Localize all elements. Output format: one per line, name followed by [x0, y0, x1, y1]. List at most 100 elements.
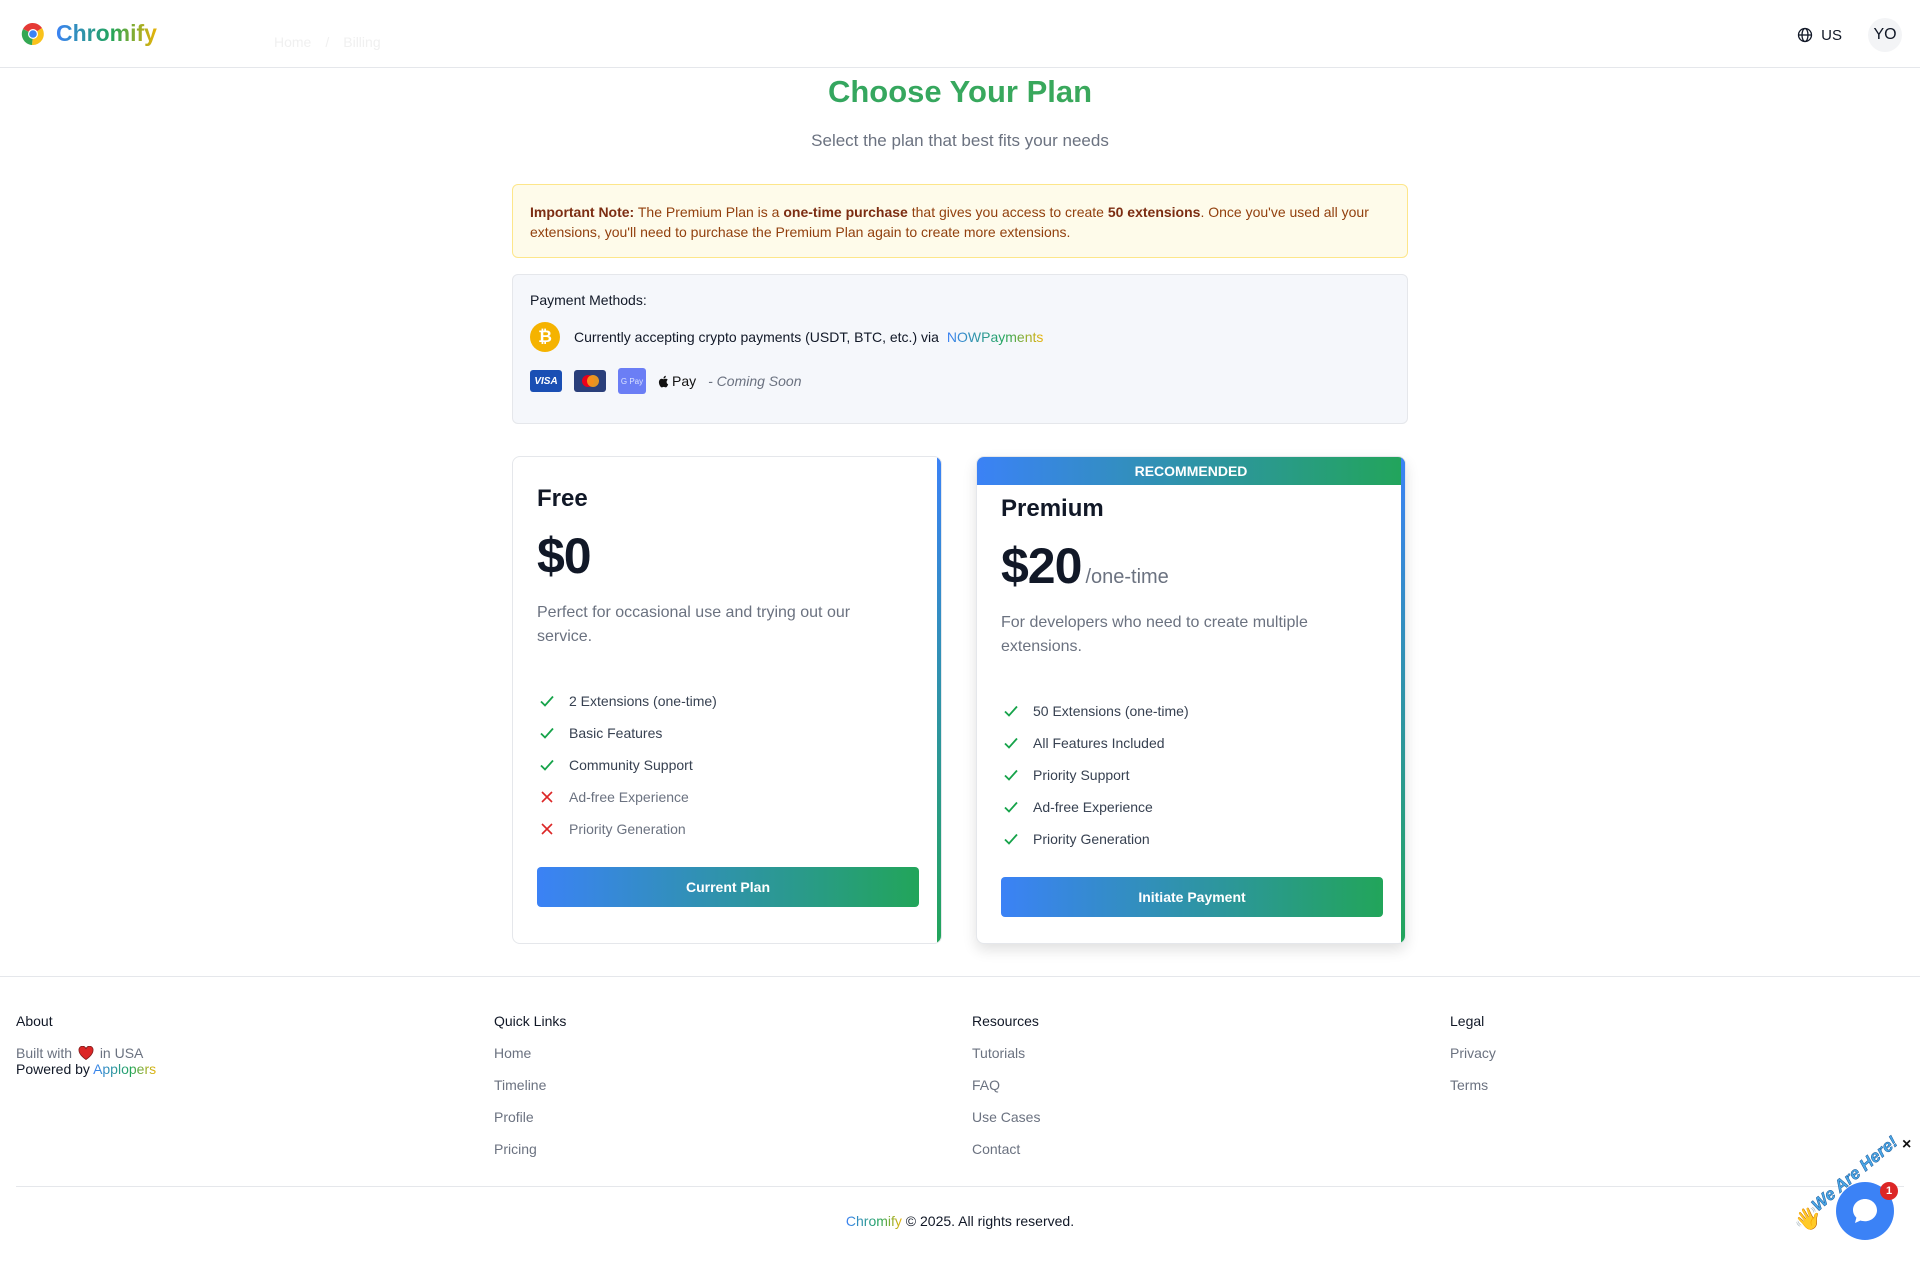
plan-period: /one-time: [1085, 566, 1169, 588]
footer-link-faq[interactable]: FAQ: [972, 1077, 1040, 1095]
nowpayments-link[interactable]: NOWPayments: [947, 329, 1043, 345]
feature-label: Ad-free Experience: [1033, 799, 1153, 815]
free-plan-card: Free $0 Perfect for occasional use and t…: [512, 456, 942, 944]
note-text-1: The Premium Plan is a: [634, 204, 784, 220]
heart-icon: [78, 1045, 94, 1060]
feature-item: Priority Generation: [537, 813, 917, 845]
feature-item: Ad-free Experience: [537, 781, 917, 813]
check-icon: [1001, 767, 1021, 783]
globe-icon: [1798, 27, 1813, 43]
top-header: Chromify Home / Billing US YO: [0, 0, 1920, 68]
breadcrumb-home[interactable]: Home: [274, 34, 311, 50]
footer: About Built with in USA Powered by Applo…: [0, 976, 1920, 1264]
waving-hand-icon: 👋: [1794, 1206, 1822, 1231]
note-bold-1: one-time purchase: [783, 204, 908, 220]
breadcrumb-billing[interactable]: Billing: [343, 34, 380, 50]
note-bold-2: 50 extensions: [1107, 204, 1201, 220]
feature-label: Priority Support: [1033, 767, 1130, 783]
footer-resources: Resources Tutorials FAQ Use Cases Contac…: [972, 1013, 1040, 1159]
breadcrumb-separator: /: [325, 34, 330, 50]
check-icon: [537, 757, 557, 773]
feature-label: Community Support: [569, 757, 693, 773]
visa-icon: VISA: [530, 370, 562, 392]
logo[interactable]: Chromify: [20, 20, 157, 47]
feature-item: All Features Included: [1001, 727, 1381, 759]
feature-item: 2 Extensions (one-time): [537, 685, 917, 717]
footer-heading: Legal: [1450, 1013, 1485, 1029]
feature-label: Ad-free Experience: [569, 789, 689, 805]
applopers-link[interactable]: Applopers: [93, 1061, 156, 1077]
footer-quick-links: Quick Links Home Timeline Profile Pricin…: [494, 1013, 566, 1159]
feature-item: Community Support: [537, 749, 917, 781]
check-icon: [1001, 735, 1021, 751]
footer-link-timeline[interactable]: Timeline: [494, 1077, 566, 1095]
card-accent-edge: [1401, 457, 1405, 943]
plan-name: Free: [537, 485, 588, 512]
feature-item: 50 Extensions (one-time): [1001, 695, 1381, 727]
plan-name: Premium: [1001, 495, 1104, 522]
language-selector[interactable]: US: [1797, 27, 1842, 44]
plan-description: Perfect for occasional use and trying ou…: [537, 604, 851, 645]
footer-link-pricing[interactable]: Pricing: [494, 1141, 566, 1159]
feature-item: Basic Features: [537, 717, 917, 749]
check-icon: [1001, 799, 1021, 815]
footer-heading: About: [16, 1013, 53, 1029]
footer-heading: Quick Links: [494, 1013, 567, 1029]
recommended-badge: RECOMMENDED: [977, 457, 1405, 485]
mastercard-icon: [574, 370, 606, 392]
footer-link-tutorials[interactable]: Tutorials: [972, 1045, 1040, 1063]
footer-link-contact[interactable]: Contact: [972, 1141, 1040, 1159]
feature-item: Priority Support: [1001, 759, 1381, 791]
in-usa-text: in USA: [99, 1045, 144, 1061]
plan-price: $0: [537, 528, 592, 584]
coming-soon-text: - Coming Soon: [708, 373, 802, 389]
footer-link-privacy[interactable]: Privacy: [1450, 1045, 1496, 1063]
built-with-line: Built with in USA: [16, 1045, 156, 1061]
crypto-text: Currently accepting crypto payments (USD…: [574, 329, 939, 345]
note-label: Important Note:: [530, 204, 635, 220]
footer-link-terms[interactable]: Terms: [1450, 1077, 1496, 1095]
feature-label: Priority Generation: [1033, 831, 1150, 847]
check-icon: [1001, 703, 1021, 719]
chat-close-button[interactable]: ×: [1902, 1136, 1911, 1154]
apple-pay-label: Pay: [672, 373, 697, 389]
footer-link-profile[interactable]: Profile: [494, 1109, 566, 1127]
check-icon: [537, 693, 557, 709]
bitcoin-icon: ₿: [530, 322, 560, 352]
copyright: Chromify © 2025. All rights reserved.: [0, 1213, 1920, 1229]
x-icon: [537, 790, 557, 804]
avatar[interactable]: YO: [1868, 18, 1902, 52]
current-plan-button[interactable]: Current Plan: [537, 867, 919, 907]
premium-plan-card: RECOMMENDED Premium $20 /one-time For de…: [976, 456, 1406, 944]
plan-description: For developers who need to create multip…: [1001, 614, 1308, 655]
feature-item: Ad-free Experience: [1001, 791, 1381, 823]
feature-list: 50 Extensions (one-time) All Features In…: [1001, 695, 1381, 855]
feature-item: Priority Generation: [1001, 823, 1381, 855]
google-pay-icon: G Pay: [618, 368, 646, 394]
page-subtitle: Select the plan that best fits your need…: [811, 131, 1109, 150]
logo-text: Chromify: [56, 20, 157, 46]
powered-by-text: Powered by: [16, 1061, 90, 1077]
feature-label: 2 Extensions (one-time): [569, 693, 717, 709]
footer-about: About Built with in USA Powered by Applo…: [16, 1013, 156, 1077]
payment-methods-title: Payment Methods:: [530, 292, 647, 308]
note-text-2: that gives you access to create: [907, 204, 1108, 220]
initiate-payment-button[interactable]: Initiate Payment: [1001, 877, 1383, 917]
footer-legal: Legal Privacy Terms: [1450, 1013, 1496, 1095]
important-note: Important Note: The Premium Plan is a on…: [512, 184, 1408, 258]
check-icon: [1001, 831, 1021, 847]
powered-by-line: Powered by Applopers: [16, 1061, 156, 1077]
feature-label: Priority Generation: [569, 821, 686, 837]
chat-bubble-icon: [1853, 1199, 1877, 1223]
feature-label: Basic Features: [569, 725, 663, 741]
chat-widget: We Are Here! 👋 × 1: [1784, 1130, 1920, 1264]
chat-unread-badge: 1: [1880, 1182, 1898, 1200]
payment-methods-panel: Payment Methods: ₿ Currently accepting c…: [512, 274, 1408, 424]
check-icon: [537, 725, 557, 741]
feature-list: 2 Extensions (one-time) Basic Features C…: [537, 685, 917, 845]
copyright-brand: Chromify: [845, 1213, 902, 1229]
apple-pay-icon: Pay: [658, 373, 696, 389]
footer-link-home[interactable]: Home: [494, 1045, 566, 1063]
feature-label: All Features Included: [1033, 735, 1165, 751]
footer-link-use-cases[interactable]: Use Cases: [972, 1109, 1040, 1127]
